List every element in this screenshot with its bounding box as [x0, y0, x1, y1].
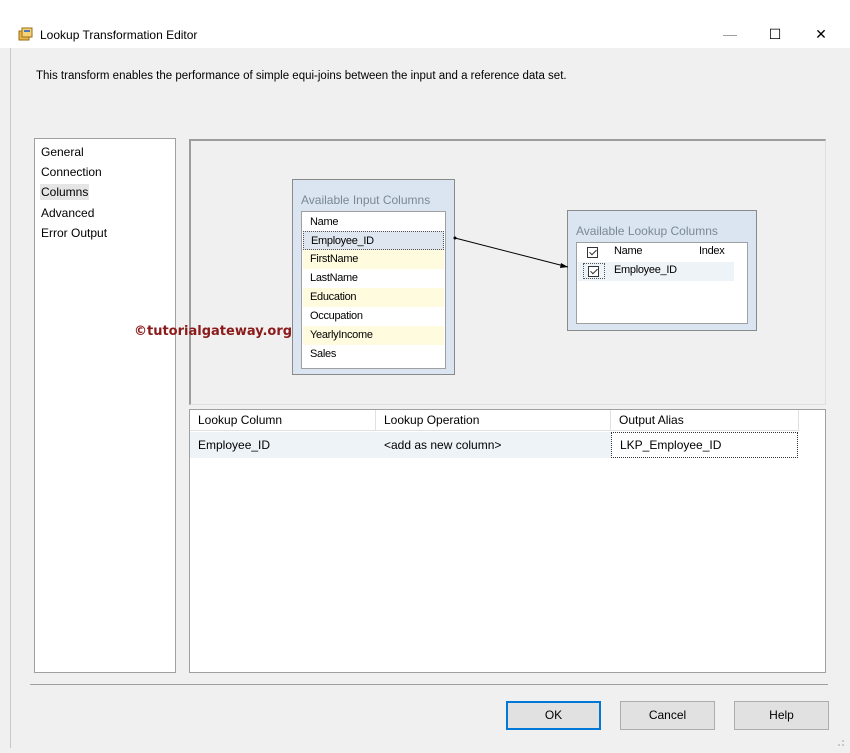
minimize-button[interactable]: — [707, 20, 753, 48]
select-all-checkbox[interactable] [587, 247, 598, 258]
grid-cell-output-alias[interactable]: LKP_Employee_ID [611, 432, 798, 458]
close-button[interactable]: ✕ [798, 20, 844, 48]
nav-item-general[interactable]: General [40, 144, 85, 160]
available-input-columns-box[interactable]: Available Input Columns Name Employee_ID… [292, 179, 455, 375]
lookup-output-grid[interactable]: Lookup Column Lookup Operation Output Al… [189, 409, 826, 673]
grid-header-lookup-operation[interactable]: Lookup Operation [376, 410, 611, 431]
maximize-button[interactable]: ☐ [752, 20, 798, 48]
cancel-button[interactable]: Cancel [620, 701, 715, 730]
grid-header-lookup-column[interactable]: Lookup Column [190, 410, 376, 431]
join-relationship-line[interactable] [440, 230, 580, 275]
ok-button[interactable]: OK [506, 701, 601, 730]
input-column-row[interactable]: Employee_ID [303, 231, 444, 250]
lookup-header-index: Index [699, 245, 725, 257]
nav-item-error-output[interactable]: Error Output [40, 225, 108, 241]
window-border [10, 48, 11, 748]
focus-rect [583, 263, 605, 279]
grid-cell-lookup-column[interactable]: Employee_ID [190, 432, 376, 458]
lookup-columns-list[interactable]: Name Index Employee_ID [576, 242, 748, 324]
grid-cell-lookup-operation[interactable]: <add as new column> [376, 432, 611, 458]
input-column-row[interactable]: LastName [303, 269, 444, 288]
lookup-header-name: Name [614, 245, 643, 257]
ssis-editor-icon [18, 26, 34, 42]
input-column-row[interactable]: FirstName [303, 250, 444, 269]
resize-grip-icon[interactable] [834, 736, 846, 748]
input-column-row[interactable]: YearlyIncome [303, 326, 444, 345]
input-column-row[interactable]: Education [303, 288, 444, 307]
input-columns-list[interactable]: Name Employee_ID FirstName LastName Educ… [301, 211, 446, 369]
lookup-column-row[interactable]: Employee_ID [578, 262, 734, 281]
page-nav-list: General Connection Columns Advanced Erro… [34, 138, 176, 673]
window-title: Lookup Transformation Editor [40, 28, 198, 42]
lookup-columns-title: Available Lookup Columns [576, 224, 718, 238]
description-text: This transform enables the performance o… [36, 70, 567, 82]
footer-separator [30, 684, 828, 685]
input-column-row[interactable]: Occupation [303, 307, 444, 326]
grid-header-output-alias[interactable]: Output Alias [611, 410, 799, 431]
watermark: ©tutorialgateway.org [134, 324, 293, 339]
help-button[interactable]: Help [734, 701, 829, 730]
nav-item-connection[interactable]: Connection [40, 164, 103, 180]
input-columns-title: Available Input Columns [301, 193, 431, 207]
lookup-column-name: Employee_ID [614, 264, 677, 276]
nav-item-advanced[interactable]: Advanced [40, 205, 95, 221]
input-columns-header: Name [303, 213, 444, 232]
input-column-row[interactable]: Sales [303, 345, 444, 364]
nav-item-columns[interactable]: Columns [40, 184, 90, 200]
available-lookup-columns-box[interactable]: Available Lookup Columns Name Index Empl… [567, 210, 757, 331]
